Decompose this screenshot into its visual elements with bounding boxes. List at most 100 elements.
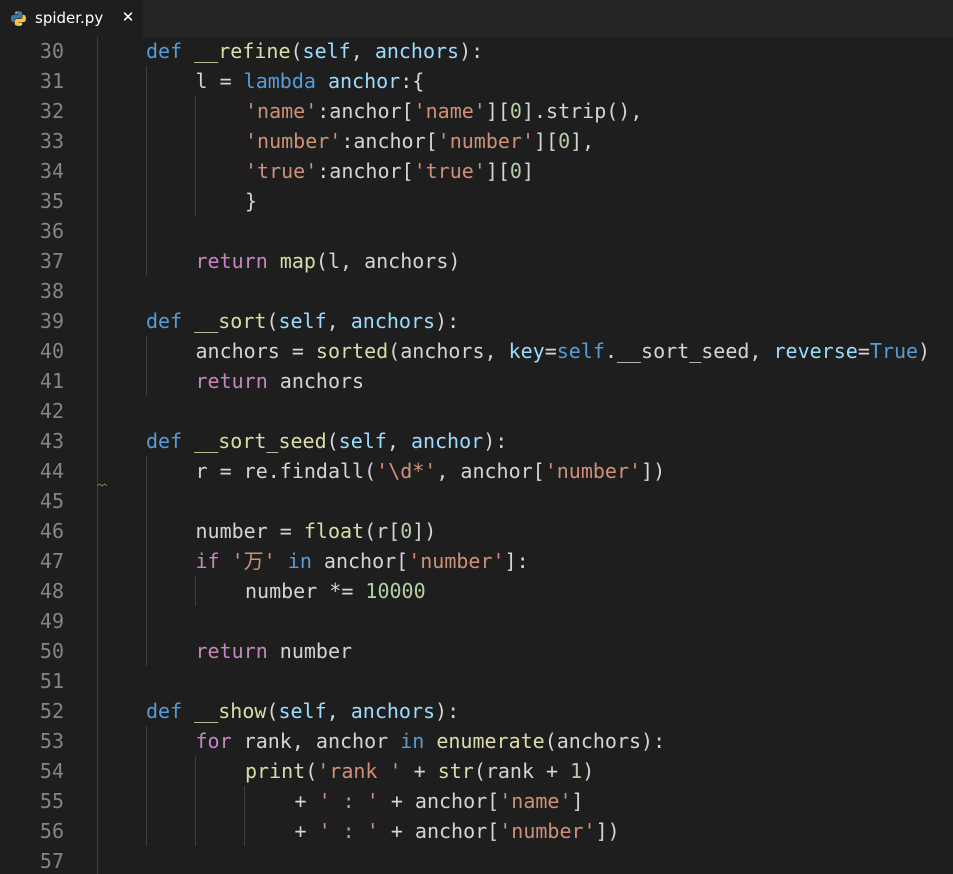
code-token: (anchors): [544, 729, 666, 753]
line-number: 54 [39, 759, 64, 783]
line-number: 44 [39, 459, 64, 483]
code-text: + ' : ' + anchor['number']) [295, 816, 620, 846]
code-token: :{ [400, 69, 425, 93]
line-number: 38 [39, 279, 64, 303]
code-line[interactable]: 33'number':anchor['number'][0], [0, 126, 953, 156]
line-number: 48 [39, 579, 64, 603]
code-line[interactable]: 41 return anchors [0, 366, 953, 396]
code-token: rank, anchor [231, 729, 401, 753]
code-line[interactable]: 43 def __sort_seed(self, anchor): [0, 426, 953, 456]
code-text: def __sort(self, anchors): [146, 306, 459, 336]
code-line[interactable]: 42 [0, 396, 953, 426]
code-line[interactable]: 35} [0, 186, 953, 216]
tab-bar: spider.py ✕ [0, 0, 953, 37]
code-line[interactable]: 30 def __refine(self, anchors): [0, 37, 953, 66]
code-line[interactable]: 38 [0, 276, 953, 306]
code-token: 'name' [413, 99, 486, 123]
code-token: :anchor[ [317, 159, 414, 183]
code-line[interactable]: 40 anchors = sorted(anchors, key=self.__s… [0, 336, 953, 366]
code-text: number = float(r[0]) [196, 516, 437, 546]
code-token: ' : ' [318, 819, 379, 843]
code-token: __sort_seed [194, 429, 327, 453]
code-line[interactable]: 36 [0, 216, 953, 246]
code-token: :anchor[ [341, 129, 438, 153]
code-token: ): [483, 429, 508, 453]
code-token: ] [571, 789, 584, 813]
code-token: ][ [533, 129, 559, 153]
code-token: ): [459, 39, 484, 63]
code-line[interactable]: 50 return number [0, 636, 953, 666]
code-editor[interactable]: 30 def __refine(self, anchors): 31 l = lamb… [0, 37, 953, 874]
code-token: = [544, 339, 557, 363]
code-line[interactable]: 52 def __show(self, anchors): [0, 696, 953, 726]
code-token: return [195, 639, 268, 663]
code-token: ][ [485, 159, 510, 183]
code-line[interactable]: 39 def __sort(self, anchors): [0, 306, 953, 336]
line-number: 51 [39, 669, 64, 693]
code-token: 1 [570, 759, 583, 783]
code-token: anchors = [195, 339, 316, 363]
line-number: 37 [39, 249, 64, 273]
code-line[interactable]: 54 print('rank ' + str(rank + 1) [0, 756, 953, 786]
code-line[interactable]: 48 number *= 10000 [0, 576, 953, 606]
code-token: + [294, 789, 319, 813]
code-token: ].strip(), [521, 99, 643, 123]
code-token: 'number' [499, 819, 596, 843]
code-line[interactable]: 45 [0, 486, 953, 516]
code-line[interactable]: 51 [0, 666, 953, 696]
code-line[interactable]: 55 + ' : ' + anchor['name'] [0, 786, 953, 816]
code-token: def [146, 429, 183, 453]
code-token: ' : ' [318, 789, 379, 813]
code-token: (rank + [473, 759, 571, 783]
code-token: ) [918, 339, 931, 363]
code-token: anchors [350, 699, 436, 723]
code-text: 'name':anchor['name'][0].strip(), [245, 96, 642, 126]
code-line[interactable]: 31 l = lambda anchor:{ [0, 66, 953, 96]
code-line[interactable]: 49 [0, 606, 953, 636]
code-token: anchor [410, 429, 484, 453]
code-token: return [195, 369, 268, 393]
code-line[interactable]: 56 + ' : ' + anchor['number']) [0, 816, 953, 846]
code-token: number = [195, 519, 304, 543]
code-token: = [857, 339, 870, 363]
tab-spider-py[interactable]: spider.py ✕ [0, 0, 143, 37]
code-line[interactable]: 53 for rank, anchor in enumerate(anchors)… [0, 726, 953, 756]
code-line[interactable]: 44 r = re.findall('\d*', anchor['number']… [0, 456, 953, 486]
code-token: map [279, 249, 316, 273]
code-token: ]) [641, 459, 666, 483]
close-icon[interactable]: ✕ [120, 8, 136, 26]
code-line[interactable]: 32'name':anchor['name'][0].strip(), [0, 96, 953, 126]
code-line[interactable]: 57 [0, 846, 953, 874]
line-number: 55 [39, 789, 64, 813]
code-token: if [195, 549, 220, 573]
code-token: ): [435, 699, 460, 723]
code-token: + anchor[ [378, 789, 500, 813]
code-token: __sort [194, 309, 267, 333]
code-token: for [195, 729, 232, 753]
code-text: number *= 10000 [245, 576, 426, 606]
code-token: '\d*' [376, 459, 437, 483]
code-token: ]) [595, 819, 620, 843]
code-token: l = [195, 69, 244, 93]
line-number: 43 [39, 429, 64, 453]
code-line[interactable]: 47 if '万' in anchor['number']: [0, 546, 953, 576]
code-token: 0 [400, 519, 413, 543]
code-text: for rank, anchor in enumerate(anchors): [196, 726, 666, 756]
code-token: __show [194, 699, 267, 723]
code-token: anchors [374, 39, 460, 63]
code-token: return [195, 249, 268, 273]
code-line[interactable]: 37 return map(l, anchors) [0, 246, 953, 276]
code-line[interactable]: 46 number = float(r[0]) [0, 516, 953, 546]
code-token: def [146, 309, 183, 333]
code-token: 'number' [245, 129, 342, 153]
code-token: .__sort_seed, [604, 339, 774, 363]
code-token: ][ [485, 99, 510, 123]
code-text: return map(l, anchors) [196, 246, 461, 276]
line-number: 45 [39, 489, 64, 513]
code-line[interactable]: 34'true':anchor['true'][0] [0, 156, 953, 186]
line-number: 33 [39, 129, 64, 153]
